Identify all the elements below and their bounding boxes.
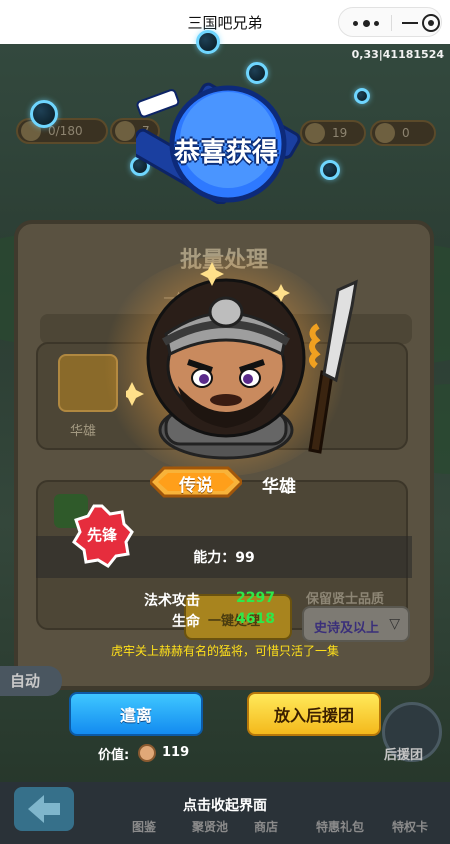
- badge-title: 恭喜获得: [173, 138, 278, 168]
- value-label: 价值:: [98, 748, 130, 763]
- role-badge-label: 先锋: [86, 526, 117, 544]
- role-badge: 先锋: [70, 504, 134, 568]
- more-dots-icon[interactable]: [353, 16, 379, 30]
- minimize-icon[interactable]: [402, 22, 418, 24]
- stat-label-magic-attack: 法术攻击: [144, 593, 200, 609]
- dismiss-button[interactable]: 遣离: [69, 692, 203, 736]
- power-value: 99: [235, 550, 255, 566]
- hero-portrait-icon: [126, 262, 358, 460]
- capsule-divider: [391, 15, 392, 31]
- tickets-pill: 0: [370, 120, 436, 146]
- value-amount: 119: [162, 745, 190, 760]
- tap-to-close-hint[interactable]: 点击收起界面: [0, 795, 450, 815]
- dropdown-arrow-icon: ▽: [389, 616, 400, 632]
- version-text: 0,33|41181524: [351, 48, 444, 61]
- gold-icon: [115, 121, 135, 141]
- capsule-menu[interactable]: [338, 7, 442, 37]
- hero-description: 虎牢关上赫赫有名的猛将，可惜只活了一集: [110, 644, 339, 658]
- bubble-decoration: [196, 30, 220, 54]
- nav-shop[interactable]: 商店: [254, 818, 278, 835]
- reserve-group-label: 后援团: [384, 748, 424, 763]
- bubble-decoration: [354, 88, 370, 104]
- auto-button[interactable]: 自动: [0, 666, 62, 696]
- stat-value-magic-attack: 2297: [236, 590, 275, 606]
- hero-name: 华雄: [262, 477, 296, 497]
- reserve-quality-dropdown[interactable]: 史诗及以上 ▽: [302, 606, 410, 642]
- ticket-icon: [375, 123, 395, 143]
- hero-card-name: 华雄: [70, 424, 97, 439]
- stat-value-hp: 4618: [236, 611, 275, 627]
- bubble-decoration: [320, 160, 340, 180]
- close-mini-program-icon[interactable]: [422, 14, 440, 32]
- nav-recruit-pool[interactable]: 聚贤池: [192, 818, 228, 835]
- nav-gift-pack[interactable]: 特惠礼包: [316, 818, 364, 835]
- congrats-badge: 恭喜获得: [128, 76, 316, 205]
- stamina-pill: 0/180: [16, 118, 108, 144]
- value-row: 价值: 119: [98, 744, 189, 764]
- bubble-decoration: [30, 100, 58, 128]
- rarity-badge: 传说: [147, 466, 245, 498]
- power-label: 能力：: [193, 550, 236, 566]
- coin-icon: [138, 744, 156, 762]
- nav-collection[interactable]: 图鉴: [132, 818, 156, 835]
- reserve-quality-label: 保留贤士品质: [306, 592, 385, 607]
- rarity-label: 传说: [179, 476, 213, 496]
- add-to-reserve-button[interactable]: 放入后援团: [247, 692, 381, 736]
- stat-label-hp: 生命: [172, 614, 200, 630]
- mini-program-bar: 三国吧兄弟: [0, 0, 450, 44]
- nav-privilege-card[interactable]: 特权卡: [392, 818, 428, 835]
